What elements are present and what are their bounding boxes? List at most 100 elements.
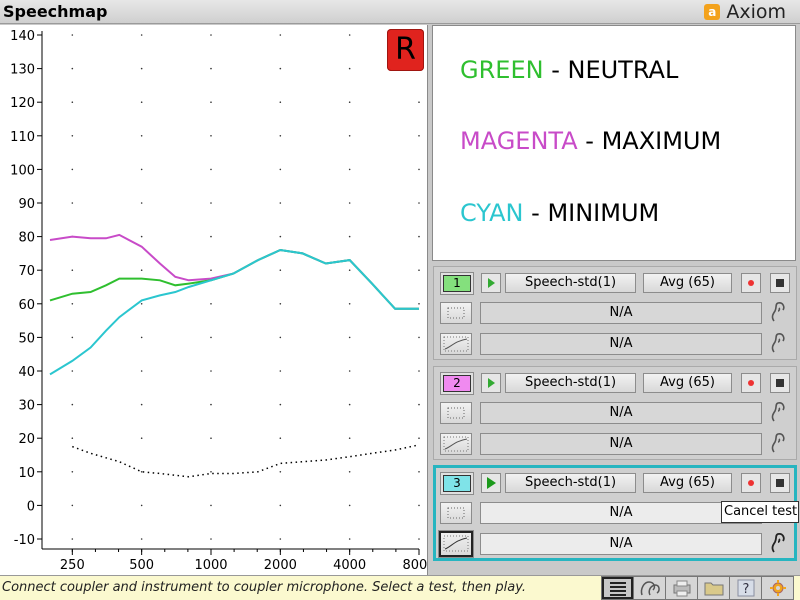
test-number: 1 <box>443 275 471 292</box>
y-tick-label: 90 <box>18 197 35 212</box>
legend-line-cyan: CYAN - MINIMUM <box>460 199 660 227</box>
grid-dot <box>279 538 282 540</box>
test-panel-2: 2 Speech-std(1) Avg (65) N/A N/A <box>433 366 797 460</box>
stop-button[interactable] <box>770 273 790 293</box>
dots-icon <box>447 507 465 519</box>
test-1-field-2: N/A <box>480 333 762 355</box>
y-tick-label: 110 <box>10 130 35 145</box>
signal-select[interactable]: Speech-std(1) <box>505 473 636 493</box>
grid-dot <box>418 336 420 339</box>
test-1-select[interactable]: 1 <box>440 272 474 295</box>
ear-icon[interactable] <box>767 532 789 556</box>
grid-dot <box>418 168 420 171</box>
grid-dot <box>348 202 351 204</box>
axiom-logo-icon: a <box>704 4 721 20</box>
test-1-field-1: N/A <box>480 302 762 324</box>
grid-dot <box>279 101 282 103</box>
grid-dot <box>140 437 143 440</box>
grid-dot <box>348 67 351 70</box>
grid-dot <box>348 504 351 507</box>
settings-icon[interactable] <box>761 576 794 600</box>
grid-dot <box>71 67 74 70</box>
signal-select[interactable]: Speech-std(1) <box>505 373 636 393</box>
play-button[interactable] <box>481 473 501 493</box>
record-button[interactable] <box>741 473 761 493</box>
grid-dot <box>71 303 74 305</box>
title-bar: Speechmap a Axiom <box>0 0 800 24</box>
curve-button-3[interactable] <box>438 530 474 558</box>
ear-icon[interactable] <box>767 301 789 325</box>
x-tick-label: 4000 <box>333 558 366 573</box>
stop-button[interactable] <box>770 373 790 393</box>
grid-dot <box>71 538 74 540</box>
play-icon <box>488 278 495 288</box>
level-select[interactable]: Avg (65) <box>643 273 732 293</box>
stop-button[interactable] <box>770 473 790 493</box>
grid-dot <box>279 235 282 238</box>
play-button[interactable] <box>481 273 501 293</box>
grid-dot <box>279 34 282 36</box>
y-tick-label: 50 <box>18 331 35 346</box>
ear-icon[interactable] <box>767 432 789 456</box>
right-ear-badge[interactable]: R <box>387 29 424 71</box>
legend-color-word: CYAN <box>460 199 524 227</box>
status-message: Connect coupler and instrument to couple… <box>2 580 527 595</box>
grid-dot <box>71 34 74 36</box>
y-tick-label: -10 <box>14 533 35 548</box>
settings-button-2[interactable] <box>440 402 472 424</box>
grid-dot <box>210 437 212 440</box>
record-button[interactable] <box>741 373 761 393</box>
list-icon[interactable] <box>601 576 634 600</box>
grid-dot <box>71 101 74 103</box>
curve-button-1[interactable] <box>440 333 472 355</box>
y-tick-label: 70 <box>18 264 35 279</box>
legend-color-word: MAGENTA <box>460 127 578 155</box>
color-legend-notes: GREEN - NEUTRAL MAGENTA - MAXIMUM CYAN -… <box>432 25 796 261</box>
curve-button-2[interactable] <box>440 433 472 455</box>
test-3-select[interactable]: 3 <box>440 472 474 495</box>
grid-dot <box>210 235 212 238</box>
grid-dot <box>418 504 420 507</box>
settings-button-3[interactable] <box>440 502 472 524</box>
grid-dot <box>210 269 212 271</box>
grid-dot <box>279 303 282 305</box>
test-2-select[interactable]: 2 <box>440 372 474 395</box>
folder-icon[interactable] <box>697 576 730 600</box>
grid-dot <box>279 504 282 507</box>
grid-dot <box>418 101 420 103</box>
y-tick-label: 40 <box>18 365 35 380</box>
grid-dot <box>140 168 143 171</box>
grid-dot <box>210 370 212 372</box>
grid-dot <box>418 403 420 406</box>
level-select[interactable]: Avg (65) <box>643 373 732 393</box>
y-tick-label: 0 <box>27 499 35 514</box>
help-icon[interactable]: ? <box>729 576 762 600</box>
test-3-field-1: N/A <box>480 502 762 524</box>
grid-dot <box>71 168 74 171</box>
svg-text:?: ? <box>742 582 749 597</box>
series-line <box>49 248 419 310</box>
y-tick-label: 20 <box>18 432 35 447</box>
level-select[interactable]: Avg (65) <box>643 473 732 493</box>
grid-dot <box>348 269 351 271</box>
grid-dot <box>71 403 74 406</box>
record-button[interactable] <box>741 273 761 293</box>
printer-icon[interactable] <box>665 576 698 600</box>
ear-icon[interactable] <box>767 332 789 356</box>
grid-dot <box>279 135 282 137</box>
grid-dot <box>140 202 143 204</box>
ear-icon[interactable] <box>767 401 789 425</box>
signal-select[interactable]: Speech-std(1) <box>505 273 636 293</box>
grid-dot <box>348 336 351 339</box>
grid-dot <box>279 336 282 339</box>
settings-button-1[interactable] <box>440 302 472 324</box>
play-button[interactable] <box>481 373 501 393</box>
grid-dot <box>140 370 143 372</box>
hearing-aid-icon[interactable] <box>633 576 666 600</box>
curve-icon <box>443 535 469 552</box>
curve-icon <box>443 436 469 452</box>
grid-dot <box>348 303 351 305</box>
grid-dot <box>279 370 282 372</box>
y-tick-label: 60 <box>18 298 35 313</box>
play-icon <box>488 378 495 388</box>
